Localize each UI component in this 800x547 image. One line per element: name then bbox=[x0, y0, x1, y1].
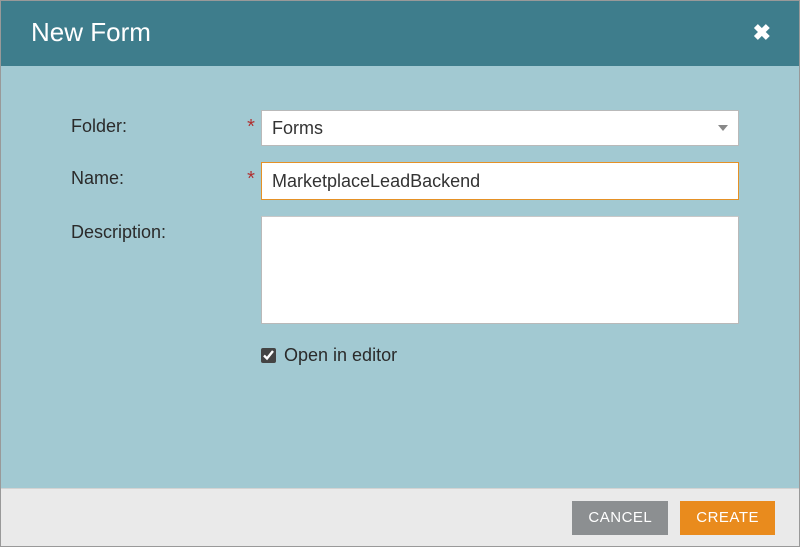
name-input[interactable] bbox=[261, 162, 739, 200]
folder-select[interactable]: Forms bbox=[261, 110, 739, 146]
folder-row: Folder: * Forms bbox=[71, 110, 739, 146]
description-row: Description: bbox=[71, 216, 739, 329]
dialog-title: New Form bbox=[31, 17, 151, 48]
chevron-down-icon bbox=[718, 125, 728, 131]
create-button[interactable]: CREATE bbox=[680, 501, 775, 535]
required-asterisk-icon: * bbox=[241, 110, 261, 139]
open-in-editor-label: Open in editor bbox=[284, 345, 397, 366]
folder-label: Folder: bbox=[71, 110, 241, 137]
open-in-editor-checkbox[interactable] bbox=[261, 348, 276, 363]
dialog-body: Folder: * Forms Name: * Description: bbox=[1, 66, 799, 488]
cancel-button[interactable]: CANCEL bbox=[572, 501, 668, 535]
required-spacer bbox=[241, 216, 261, 222]
required-asterisk-icon: * bbox=[241, 162, 261, 191]
description-label: Description: bbox=[71, 216, 241, 243]
new-form-dialog: New Form ✖ Folder: * Forms Name: * bbox=[1, 1, 799, 546]
name-label: Name: bbox=[71, 162, 241, 189]
dialog-header: New Form ✖ bbox=[1, 1, 799, 66]
description-textarea[interactable] bbox=[261, 216, 739, 324]
open-in-editor-row: Open in editor bbox=[261, 345, 739, 366]
name-row: Name: * bbox=[71, 162, 739, 200]
close-icon[interactable]: ✖ bbox=[749, 18, 775, 48]
folder-select-value: Forms bbox=[272, 118, 323, 139]
dialog-footer: CANCEL CREATE bbox=[1, 488, 799, 546]
